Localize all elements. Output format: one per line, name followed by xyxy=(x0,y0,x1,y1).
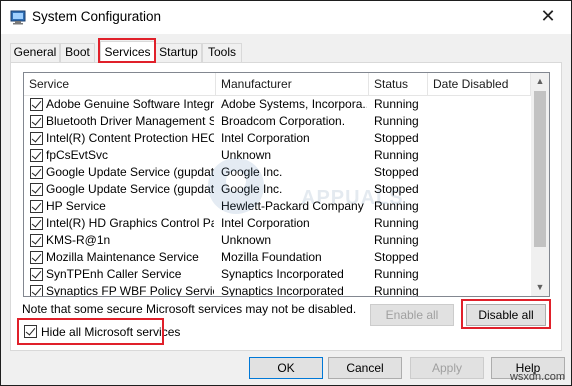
service-status: Stopped xyxy=(374,182,419,196)
service-name: Mozilla Maintenance Service xyxy=(46,250,199,264)
msconfig-icon xyxy=(10,10,26,25)
window-title: System Configuration xyxy=(32,9,162,24)
ok-button[interactable]: OK xyxy=(249,357,323,379)
service-status: Running xyxy=(374,148,419,162)
services-list[interactable]: Service Manufacturer Status Date Disable… xyxy=(23,72,550,297)
tab-general[interactable]: General xyxy=(10,43,60,62)
disable-all-button[interactable]: Disable all xyxy=(466,304,546,326)
service-manufacturer: Mozilla Foundation xyxy=(221,250,322,264)
tab-services[interactable]: Services xyxy=(100,41,155,63)
service-checkbox[interactable] xyxy=(30,115,43,128)
list-header: Service Manufacturer Status Date Disable… xyxy=(24,73,531,96)
service-checkbox[interactable] xyxy=(30,166,43,179)
service-checkbox[interactable] xyxy=(30,200,43,213)
scrollbar-thumb[interactable] xyxy=(534,91,546,247)
service-checkbox[interactable] xyxy=(30,285,43,296)
secure-services-note: Note that some secure Microsoft services… xyxy=(22,302,357,316)
service-name: Intel(R) Content Protection HEC... xyxy=(46,131,214,145)
service-name: Google Update Service (gupdatem) xyxy=(46,182,214,196)
tab-tools[interactable]: Tools xyxy=(202,43,242,62)
table-row[interactable]: KMS-R@1n Unknown Running xyxy=(24,232,531,249)
service-name: Bluetooth Driver Management S... xyxy=(46,114,214,128)
table-row[interactable]: fpCsEvtSvc Unknown Running xyxy=(24,147,531,164)
table-row[interactable]: HP Service Hewlett-Packard Company Running xyxy=(24,198,531,215)
table-row[interactable]: Mozilla Maintenance Service Mozilla Found… xyxy=(24,249,531,266)
hide-ms-label[interactable]: Hide all Microsoft services xyxy=(41,325,180,339)
service-name: Intel(R) HD Graphics Control Pa... xyxy=(46,216,214,230)
table-row[interactable]: Intel(R) Content Protection HEC... Intel … xyxy=(24,130,531,147)
service-status: Stopped xyxy=(374,131,419,145)
table-row[interactable]: Intel(R) HD Graphics Control Pa... Intel … xyxy=(24,215,531,232)
tab-boot[interactable]: Boot xyxy=(60,43,95,62)
service-name: Synaptics FP WBF Policy Service xyxy=(46,284,214,297)
service-checkbox[interactable] xyxy=(30,217,43,230)
service-manufacturer: Synaptics Incorporated xyxy=(221,267,344,281)
column-header-date-disabled[interactable]: Date Disabled xyxy=(428,73,531,95)
service-checkbox[interactable] xyxy=(30,234,43,247)
tab-startup[interactable]: Startup xyxy=(155,43,202,62)
service-manufacturer: Unknown xyxy=(221,148,272,162)
chevron-down-icon[interactable]: ▼ xyxy=(531,279,549,296)
table-row[interactable]: Synaptics FP WBF Policy Service Synaptics… xyxy=(24,283,531,297)
service-status: Running xyxy=(374,199,419,213)
service-manufacturer: Hewlett-Packard Company xyxy=(221,199,364,213)
service-manufacturer: Broadcom Corporation. xyxy=(221,114,346,128)
service-checkbox[interactable] xyxy=(30,98,43,111)
service-manufacturer: Intel Corporation xyxy=(221,216,310,230)
service-manufacturer: Unknown xyxy=(221,233,272,247)
column-header-status[interactable]: Status xyxy=(369,73,428,95)
service-status: Stopped xyxy=(374,165,419,179)
service-status: Running xyxy=(374,114,419,128)
close-button[interactable]: ✕ xyxy=(525,1,571,32)
service-checkbox[interactable] xyxy=(30,268,43,281)
title-bar: System Configuration ✕ xyxy=(1,1,571,34)
service-manufacturer: Intel Corporation xyxy=(221,131,310,145)
service-checkbox[interactable] xyxy=(30,183,43,196)
service-status: Running xyxy=(374,233,419,247)
apply-button[interactable]: Apply xyxy=(410,357,484,379)
service-checkbox[interactable] xyxy=(30,132,43,145)
service-status: Running xyxy=(374,284,419,297)
table-row[interactable]: Google Update Service (gupdate) Google In… xyxy=(24,164,531,181)
enable-all-button[interactable]: Enable all xyxy=(370,304,454,326)
service-status: Running xyxy=(374,267,419,281)
close-icon: ✕ xyxy=(540,6,556,26)
service-manufacturer: Google Inc. xyxy=(221,165,283,179)
service-name: KMS-R@1n xyxy=(46,233,111,247)
service-rows: Adobe Genuine Software Integri... Adobe S… xyxy=(24,96,531,297)
service-name: Adobe Genuine Software Integri... xyxy=(46,97,214,111)
service-manufacturer: Synaptics Incorporated xyxy=(221,284,344,297)
service-status: Stopped xyxy=(374,250,419,264)
site-watermark: wsxdn.com xyxy=(509,371,565,383)
table-row[interactable]: Bluetooth Driver Management S... Broadcom… xyxy=(24,113,531,130)
vertical-scrollbar[interactable]: ▲ ▼ xyxy=(531,73,549,296)
service-status: Running xyxy=(374,97,419,111)
service-name: fpCsEvtSvc xyxy=(46,148,109,162)
service-manufacturer: Google Inc. xyxy=(221,182,283,196)
table-row[interactable]: Adobe Genuine Software Integri... Adobe S… xyxy=(24,96,531,113)
hide-ms-checkbox-box[interactable] xyxy=(24,325,37,338)
column-header-manufacturer[interactable]: Manufacturer xyxy=(216,73,369,95)
chevron-up-icon[interactable]: ▲ xyxy=(531,73,549,90)
system-configuration-window: System Configuration ✕ General Boot Serv… xyxy=(0,0,572,386)
cancel-button[interactable]: Cancel xyxy=(328,357,402,379)
service-status: Running xyxy=(374,216,419,230)
service-name: HP Service xyxy=(46,199,106,213)
table-row[interactable]: Google Update Service (gupdatem) Google I… xyxy=(24,181,531,198)
service-name: SynTPEnh Caller Service xyxy=(46,267,182,281)
service-name: Google Update Service (gupdate) xyxy=(46,165,214,179)
table-row[interactable]: SynTPEnh Caller Service Synaptics Incorpo… xyxy=(24,266,531,283)
service-checkbox[interactable] xyxy=(30,149,43,162)
column-header-service[interactable]: Service xyxy=(24,73,216,95)
service-manufacturer: Adobe Systems, Incorpora... xyxy=(221,97,367,111)
service-checkbox[interactable] xyxy=(30,251,43,264)
